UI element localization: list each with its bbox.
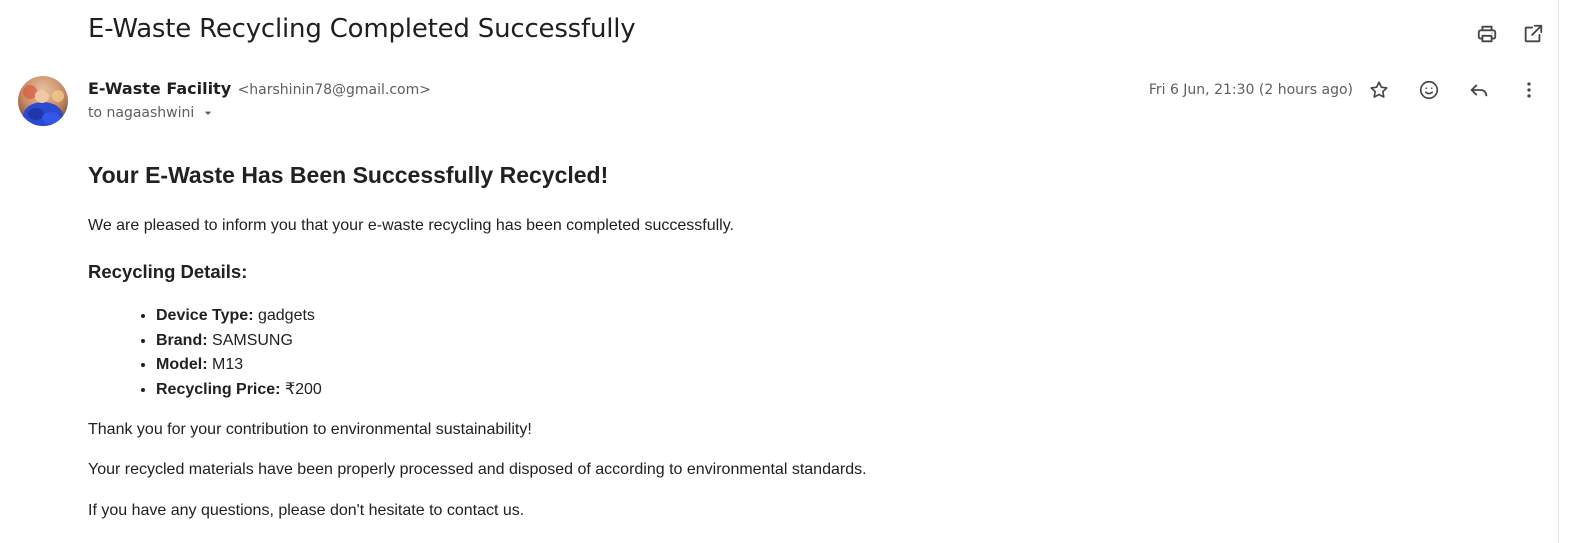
- scrollbar[interactable]: [1558, 0, 1571, 543]
- thank-you-paragraph: Thank you for your contribution to envir…: [88, 421, 532, 438]
- recipient-text: to nagaashwini: [88, 105, 195, 121]
- star-icon[interactable]: [1367, 78, 1391, 102]
- detail-label: Brand:: [156, 331, 208, 349]
- detail-value: gadgets: [257, 307, 315, 324]
- sender-email: <harshinin78@gmail.com>: [237, 82, 431, 98]
- detail-value: M13: [212, 356, 244, 373]
- email-subject: E-Waste Recycling Completed Successfully: [88, 14, 636, 44]
- email-body: Your E-Waste Has Been Successfully Recyc…: [88, 160, 1288, 521]
- detail-label: Device Type:: [156, 307, 254, 324]
- email-view: E-Waste Recycling Completed Successfully: [0, 0, 1571, 543]
- detail-brand: Brand: SAMSUNG: [156, 329, 1288, 354]
- detail-recycling-price: Recycling Price: ₹200: [156, 378, 1288, 403]
- details-heading: Recycling Details:: [88, 261, 248, 282]
- timestamp: Fri 6 Jun, 21:30 (2 hours ago): [1148, 82, 1353, 98]
- open-in-new-icon[interactable]: [1521, 22, 1545, 46]
- message-actions: [1367, 78, 1541, 102]
- message-meta: Fri 6 Jun, 21:30 (2 hours ago): [1149, 76, 1541, 104]
- details-list: Device Type: gadgets Brand: SAMSUNG Mode…: [88, 304, 1288, 402]
- top-actions: [1475, 22, 1545, 46]
- body-heading: Your E-Waste Has Been Successfully Recyc…: [88, 162, 609, 188]
- processed-paragraph: Your recycled materials have been proper…: [88, 461, 867, 478]
- detail-device-type: Device Type: gadgets: [156, 304, 1288, 329]
- reply-icon[interactable]: [1467, 78, 1491, 102]
- emoji-react-icon[interactable]: [1417, 78, 1441, 102]
- caret-down-icon[interactable]: [200, 105, 216, 121]
- detail-model: Model: M13: [156, 353, 1288, 378]
- recipient-line: to nagaashwini: [88, 105, 216, 121]
- detail-label: Model:: [156, 356, 208, 373]
- sender-avatar[interactable]: [18, 76, 68, 126]
- detail-value: ₹200: [284, 380, 322, 398]
- contact-paragraph: If you have any questions, please don't …: [88, 502, 525, 519]
- more-vert-icon[interactable]: [1517, 78, 1541, 102]
- detail-label: Recycling Price:: [156, 380, 281, 398]
- intro-paragraph: We are pleased to inform you that your e…: [88, 217, 734, 234]
- printer-icon[interactable]: [1475, 22, 1499, 46]
- detail-value: SAMSUNG: [212, 331, 293, 349]
- sender-line: E-Waste Facility <harshinin78@gmail.com>: [88, 79, 431, 99]
- sender-name[interactable]: E-Waste Facility: [88, 79, 231, 98]
